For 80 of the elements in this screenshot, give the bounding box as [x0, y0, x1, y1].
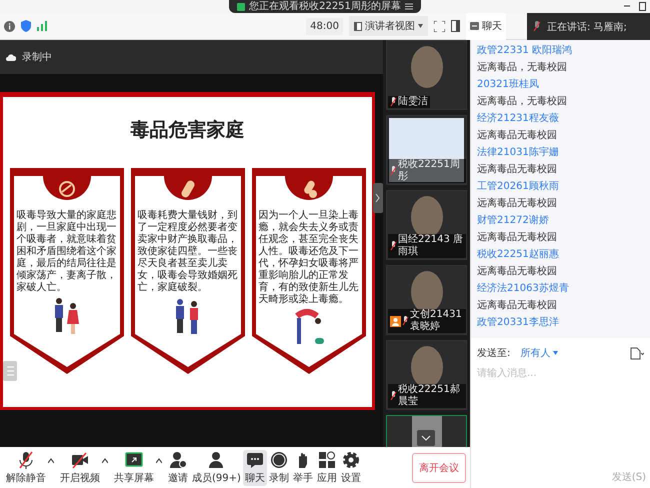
- maximize-icon[interactable]: [639, 2, 646, 11]
- card-text: 因为一个人一旦染上毒瘾，就会失去义务或责任观念，甚至完全丧失人性。吸毒还危及下一代，怀孕妇女吸毒将严重影响胎儿的正常发育，有的致使新生儿先天畸形或染上毒瘾。: [258, 210, 358, 306]
- participant-tile[interactable]: 税收22251郝晨莹: [386, 340, 467, 410]
- toolbar-button[interactable]: 举手: [290, 450, 315, 486]
- send-to-label: 发送至:: [477, 347, 510, 360]
- sender-name: 法律21031陈宇姗: [477, 146, 560, 160]
- sender-name: 经济法21063苏煜青: [477, 282, 570, 296]
- chat-message: 远离毒品，无毒校园: [477, 94, 568, 109]
- layout-icon: [354, 22, 362, 30]
- chat-tab-label: 聊天: [482, 20, 502, 33]
- camera-off-icon: [71, 450, 89, 468]
- caret-icon: [553, 351, 558, 355]
- mic-off-icon: [17, 450, 35, 468]
- chevron-down-icon[interactable]: [417, 430, 435, 446]
- sender-name: 政管22331 欧阳瑞鸿: [477, 44, 573, 58]
- monitor-icon: [125, 450, 143, 468]
- participant-name: 陆雯洁: [398, 96, 428, 108]
- chat-message: 远离毒品无毒校园: [477, 128, 558, 143]
- participant-name: 文创21431袁晓婷: [410, 309, 463, 333]
- sender-name: 经济21231程友薇: [477, 112, 560, 126]
- banner-text: 您正在观看税收22251周彤的屏幕: [249, 0, 401, 13]
- collapse-handle-icon[interactable]: [373, 183, 383, 213]
- toolbar-button[interactable]: 成员(99+): [190, 450, 243, 486]
- participant-tile[interactable]: [386, 415, 467, 447]
- slide-title: 毒品危害家庭: [130, 118, 244, 143]
- toolbar-button[interactable]: 设置: [338, 450, 363, 486]
- chat-icon: [246, 450, 264, 468]
- toolbar-button[interactable]: 邀请: [166, 450, 190, 486]
- menu-icon[interactable]: [404, 3, 413, 10]
- toolbar-button[interactable]: 聊天: [242, 450, 267, 486]
- card-text: 吸毒耗费大量钱财，到了一定程度必然要者变卖家中财产换取毒品，致使家徒四壁。一些丧尽天良者甚至卖儿卖女，吸毒会导致婚姻死亡，家庭破裂。: [138, 210, 238, 294]
- info-icon[interactable]: [4, 20, 15, 32]
- toolbar-button[interactable]: 应用: [314, 450, 339, 486]
- recording-label: 录制中: [22, 50, 52, 64]
- meeting-timer: 48:00: [306, 18, 343, 34]
- toolbar-button[interactable]: 解除静音: [4, 450, 48, 486]
- participant-tile[interactable]: 税收22251周彤: [386, 115, 467, 185]
- recipient-dropdown[interactable]: 所有人: [520, 346, 558, 360]
- sender-name: 财管21272谢娇: [477, 214, 550, 228]
- chat-message: 远离毒品无毒校园: [477, 298, 558, 313]
- participant-name: 国经22143 唐雨琪: [398, 234, 464, 258]
- chat-message: 远离毒品无毒校园: [477, 196, 558, 211]
- chat-message: 远离毒品无毒校园: [477, 230, 558, 245]
- toolbar-button[interactable]: 录制: [266, 450, 291, 486]
- chat-icon: [470, 22, 479, 30]
- sidebar-toggle-icon[interactable]: [451, 20, 460, 32]
- participant-tile[interactable]: 文创21431袁晓婷: [386, 265, 467, 335]
- toolbar-button[interactable]: 共享屏幕: [112, 450, 156, 486]
- caret-up-icon[interactable]: [156, 458, 162, 463]
- person-icon: [207, 450, 226, 468]
- caret-up-icon[interactable]: [48, 458, 54, 463]
- fullscreen-icon[interactable]: [434, 20, 445, 32]
- participant-name: 税收22251周彤: [398, 159, 461, 183]
- participant-tile[interactable]: 国经22143 唐雨琪: [386, 190, 467, 260]
- file-icon[interactable]: [630, 346, 644, 360]
- chat-tab[interactable]: 聊天: [466, 12, 506, 40]
- settings-icon: [342, 450, 360, 468]
- chat-message: 远离毒品，无毒校园: [477, 60, 568, 75]
- mic-off-icon: [533, 21, 541, 32]
- leave-meeting-button[interactable]: 离开会议: [412, 452, 466, 482]
- sender-name: 20321班桂凤: [477, 78, 540, 92]
- cloud-icon: [6, 54, 16, 60]
- avatar: [410, 46, 442, 88]
- sender-name: 政管20331李思洋: [477, 316, 560, 330]
- sender-name: 税收22251赵丽惠: [477, 248, 560, 262]
- sender-name: 工管20261顾秋雨: [477, 180, 560, 194]
- add-person-icon: [169, 450, 187, 468]
- speaking-text: 正在讲话: 马雁南;: [547, 20, 627, 34]
- shield-icon[interactable]: [21, 20, 31, 32]
- record-icon: [270, 450, 288, 468]
- participant-tile[interactable]: 陆雯洁: [386, 40, 467, 110]
- chat-message: 远离毒品无毒校园: [477, 264, 558, 279]
- caret-up-icon[interactable]: [102, 458, 108, 463]
- card-text: 吸毒导致大量的家庭悲剧，一旦家庭中出现一个吸毒者，就意味着贫困和矛盾围绕着这个家庭，最后的结局往往是倾家荡产，妻离子散，家破人亡。: [16, 210, 116, 294]
- participant-name: 税收22251郝晨莹: [398, 384, 461, 408]
- apps-icon: [318, 450, 336, 468]
- caret-icon: [418, 24, 423, 28]
- toolbar-button[interactable]: 开启视频: [58, 450, 102, 486]
- view-mode-dropdown[interactable]: 演讲者视图: [349, 16, 428, 36]
- chat-message: 远离毒品无毒校园: [477, 162, 558, 177]
